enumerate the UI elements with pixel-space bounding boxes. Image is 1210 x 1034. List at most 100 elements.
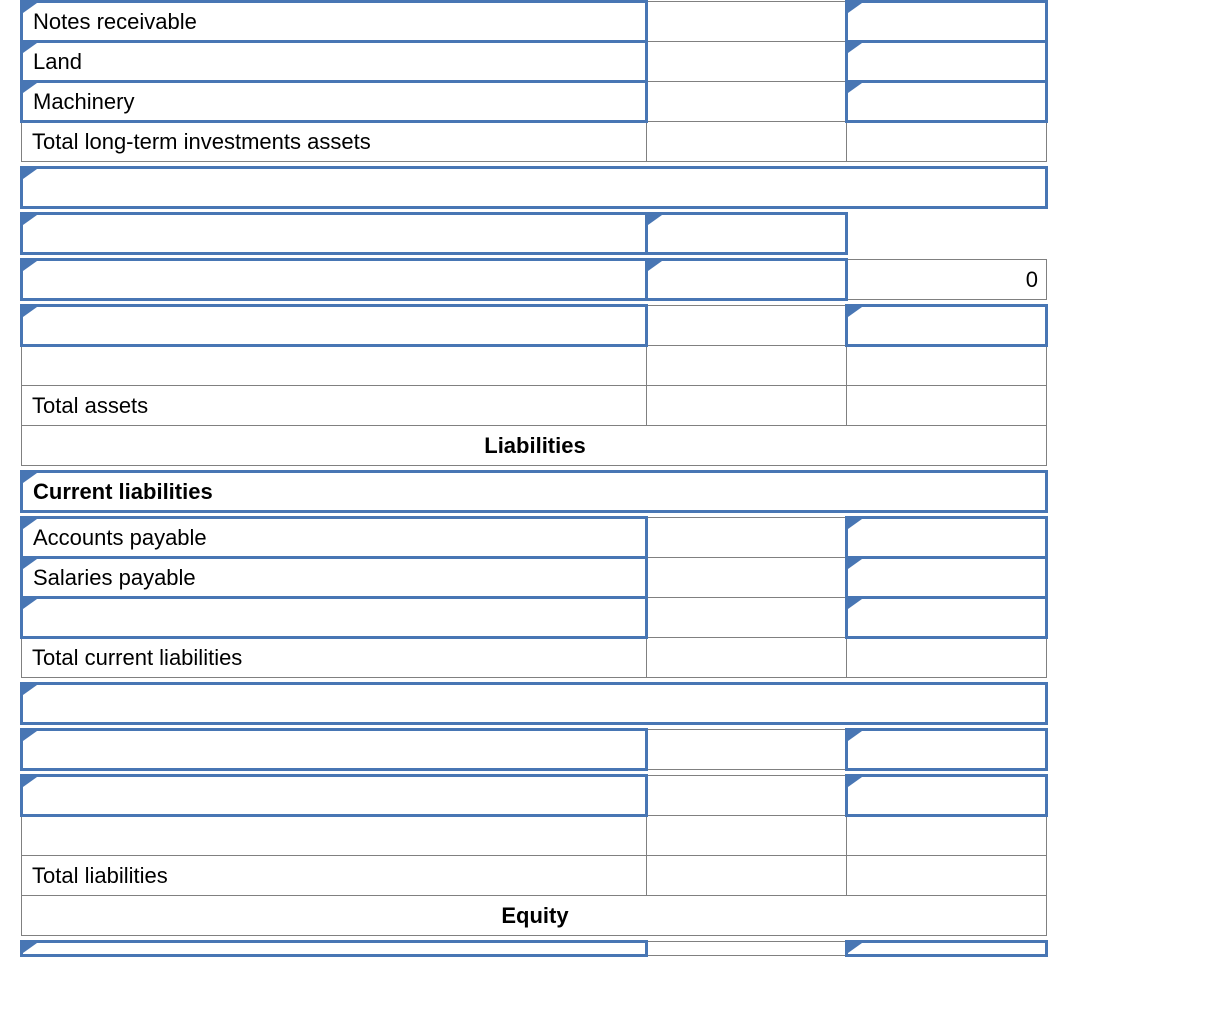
blank-val-l1[interactable] [847, 598, 1047, 638]
blank-label-l4 [22, 816, 647, 856]
blank-val-a1[interactable] [647, 214, 847, 254]
text-notes-receivable: Notes receivable [33, 9, 197, 34]
text-equity-heading: Equity [501, 903, 568, 928]
comment-indicator-icon [848, 731, 862, 741]
blank-label-a3[interactable] [22, 306, 647, 346]
comment-indicator-icon [23, 599, 37, 609]
comment-indicator-icon [848, 83, 862, 93]
comment-indicator-icon [23, 307, 37, 317]
comment-indicator-icon [23, 777, 37, 787]
col2-land [647, 42, 847, 82]
comment-indicator-icon [848, 3, 862, 13]
label-accounts-payable[interactable]: Accounts payable [22, 518, 647, 558]
blank-label-a2[interactable] [22, 260, 647, 300]
col2-total-current-liabilities [647, 638, 847, 678]
blank-val-a4 [847, 346, 1047, 386]
text-total-assets: Total assets [32, 393, 148, 418]
col2-accounts-payable [647, 518, 847, 558]
text-zero: 0 [1026, 267, 1038, 292]
comment-indicator-icon [23, 731, 37, 741]
blank-val-a2[interactable] [647, 260, 847, 300]
blank-col2-a3 [647, 306, 847, 346]
val-land[interactable] [847, 42, 1047, 82]
comment-indicator-icon [23, 43, 37, 53]
heading-liabilities: Liabilities [22, 426, 1047, 466]
col2-notes-receivable [647, 2, 847, 42]
blank-section-row-1[interactable] [22, 168, 1047, 208]
comment-indicator-icon [648, 215, 662, 225]
blank-label-a4 [22, 346, 647, 386]
blank-col2-e1 [647, 942, 847, 956]
text-salaries-payable: Salaries payable [33, 565, 196, 590]
blank-label-e1[interactable] [22, 942, 647, 956]
val-machinery[interactable] [847, 82, 1047, 122]
label-notes-receivable[interactable]: Notes receivable [22, 2, 647, 42]
sum-zero: 0 [847, 260, 1047, 300]
comment-indicator-icon [848, 307, 862, 317]
blank-label-a1[interactable] [22, 214, 647, 254]
text-accounts-payable: Accounts payable [33, 525, 207, 550]
blank-col2-l4 [647, 816, 847, 856]
blank-val-e1[interactable] [847, 942, 1047, 956]
comment-indicator-icon [23, 261, 37, 271]
label-total-lti: Total long-term investments assets [22, 122, 647, 162]
blank-label-l2[interactable] [22, 730, 647, 770]
text-machinery: Machinery [33, 89, 134, 114]
comment-indicator-icon [23, 473, 37, 483]
col2-salaries-payable [647, 558, 847, 598]
comment-indicator-icon [848, 519, 862, 529]
col2-machinery [647, 82, 847, 122]
blank-col3-a1 [847, 214, 1047, 254]
comment-indicator-icon [23, 685, 37, 695]
text-liabilities-heading: Liabilities [484, 433, 585, 458]
col2-total-liabilities [647, 856, 847, 896]
label-total-current-liabilities: Total current liabilities [22, 638, 647, 678]
blank-label-l1[interactable] [22, 598, 647, 638]
comment-indicator-icon [648, 261, 662, 271]
text-total-current-liabilities: Total current liabilities [32, 645, 242, 670]
label-machinery[interactable]: Machinery [22, 82, 647, 122]
blank-col2-l3 [647, 776, 847, 816]
comment-indicator-icon [23, 215, 37, 225]
text-current-liabilities-heading: Current liabilities [33, 479, 213, 504]
val-total-lti [847, 122, 1047, 162]
comment-indicator-icon [23, 943, 37, 953]
label-total-assets: Total assets [22, 386, 647, 426]
comment-indicator-icon [848, 777, 862, 787]
val-total-current-liabilities [847, 638, 1047, 678]
blank-col2-a4 [647, 346, 847, 386]
val-total-assets [847, 386, 1047, 426]
blank-col2-l2 [647, 730, 847, 770]
val-total-liabilities [847, 856, 1047, 896]
balance-sheet-table: Notes receivable Land Machinery Total lo… [20, 0, 1048, 957]
comment-indicator-icon [848, 599, 862, 609]
comment-indicator-icon [848, 43, 862, 53]
comment-indicator-icon [23, 3, 37, 13]
blank-val-l2[interactable] [847, 730, 1047, 770]
comment-indicator-icon [23, 83, 37, 93]
comment-indicator-icon [23, 519, 37, 529]
comment-indicator-icon [848, 943, 862, 953]
label-salaries-payable[interactable]: Salaries payable [22, 558, 647, 598]
label-land[interactable]: Land [22, 42, 647, 82]
text-land: Land [33, 49, 82, 74]
label-total-liabilities: Total liabilities [22, 856, 647, 896]
comment-indicator-icon [848, 559, 862, 569]
val-salaries-payable[interactable] [847, 558, 1047, 598]
comment-indicator-icon [23, 559, 37, 569]
heading-current-liabilities[interactable]: Current liabilities [22, 472, 1047, 512]
blank-col2-l1 [647, 598, 847, 638]
col2-total-assets [647, 386, 847, 426]
blank-val-a3[interactable] [847, 306, 1047, 346]
col2-total-lti [647, 122, 847, 162]
val-accounts-payable[interactable] [847, 518, 1047, 558]
blank-label-l3[interactable] [22, 776, 647, 816]
heading-equity: Equity [22, 896, 1047, 936]
val-notes-receivable[interactable] [847, 2, 1047, 42]
blank-val-l4 [847, 816, 1047, 856]
text-total-liabilities: Total liabilities [32, 863, 168, 888]
blank-section-row-2[interactable] [22, 684, 1047, 724]
blank-val-l3[interactable] [847, 776, 1047, 816]
comment-indicator-icon [23, 169, 37, 179]
text-total-lti: Total long-term investments assets [32, 129, 371, 154]
